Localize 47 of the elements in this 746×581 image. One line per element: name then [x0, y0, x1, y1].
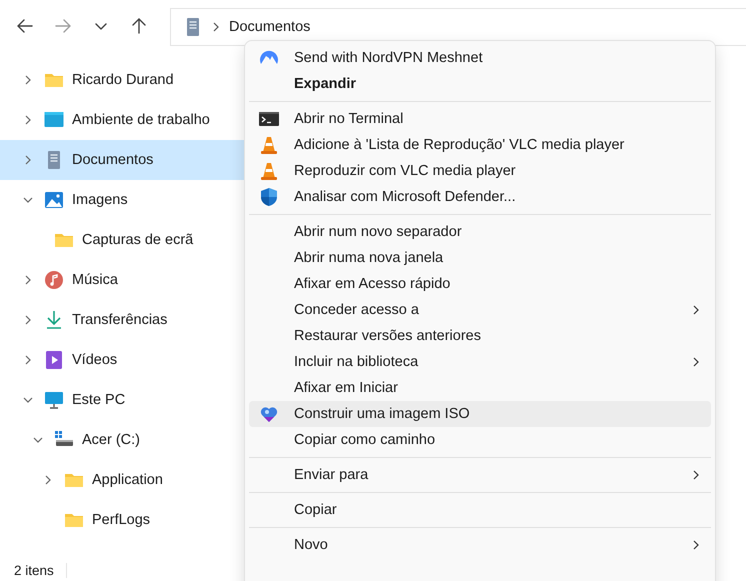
menu-item[interactable]: Novo — [249, 532, 711, 558]
menu-item[interactable]: Expandir — [249, 71, 711, 97]
menu-item[interactable]: Conceder acesso a — [249, 297, 711, 323]
tree-item[interactable]: Documentos — [0, 140, 244, 180]
status-text: 2 itens — [14, 562, 67, 578]
tree-item[interactable]: Application — [0, 460, 244, 500]
video-icon — [44, 350, 64, 370]
menu-item[interactable]: Analisar com Microsoft Defender... — [249, 184, 711, 210]
menu-item[interactable]: Copiar — [249, 497, 711, 523]
picture-icon — [44, 190, 64, 210]
chevron-right-icon — [691, 540, 701, 550]
tree-item[interactable]: Música — [0, 260, 244, 300]
monitor-icon — [44, 390, 64, 410]
menu-item[interactable]: Afixar em Acesso rápido — [249, 271, 711, 297]
terminal-icon — [259, 109, 279, 129]
menu-item[interactable]: Construir uma imagem ISO — [249, 401, 711, 427]
menu-item[interactable]: Abrir num novo separador — [249, 219, 711, 245]
menu-item[interactable]: Adicione à 'Lista de Reprodução' VLC media player — [249, 132, 711, 158]
chevron-right-icon — [691, 357, 701, 367]
chevron-right-icon[interactable] — [211, 22, 221, 32]
menu-item[interactable]: Copiar como caminho — [249, 427, 711, 453]
tree-item[interactable]: Este PC — [0, 380, 244, 420]
tree-item[interactable]: Imagens — [0, 180, 244, 220]
shield-icon — [259, 187, 279, 207]
tree-item[interactable]: Vídeos — [0, 340, 244, 380]
menu-item[interactable]: Abrir no Terminal — [249, 106, 711, 132]
menu-item[interactable]: Reproduzir com VLC media player — [249, 158, 711, 184]
traffic-cone-icon — [259, 135, 279, 155]
menu-item[interactable]: Incluir na biblioteca — [249, 349, 711, 375]
chevron-right-icon — [691, 470, 701, 480]
tree-item[interactable]: Ambiente de trabalho — [0, 100, 244, 140]
download-icon — [44, 310, 64, 330]
tree-item[interactable]: Ricardo Durand — [0, 60, 244, 100]
chevron-right-icon — [691, 305, 701, 315]
music-note-icon — [44, 270, 64, 290]
tree-item[interactable]: Acer (C:) — [0, 420, 244, 460]
breadcrumb[interactable]: Documentos — [229, 19, 310, 35]
traffic-cone-icon — [259, 161, 279, 181]
menu-item[interactable]: Enviar para — [249, 462, 711, 488]
desktop-icon — [44, 110, 64, 130]
menu-item[interactable]: Send with NordVPN Meshnet — [249, 45, 711, 71]
menu-item[interactable]: Abrir numa nova janela — [249, 245, 711, 271]
tree-item[interactable]: Transferências — [0, 300, 244, 340]
menu-item[interactable]: Restaurar versões anteriores — [249, 323, 711, 349]
tree-item[interactable]: Capturas de ecrã — [0, 220, 244, 260]
menu-item[interactable]: Afixar em Iniciar — [249, 375, 711, 401]
tree-item[interactable]: PerfLogs — [0, 500, 244, 540]
